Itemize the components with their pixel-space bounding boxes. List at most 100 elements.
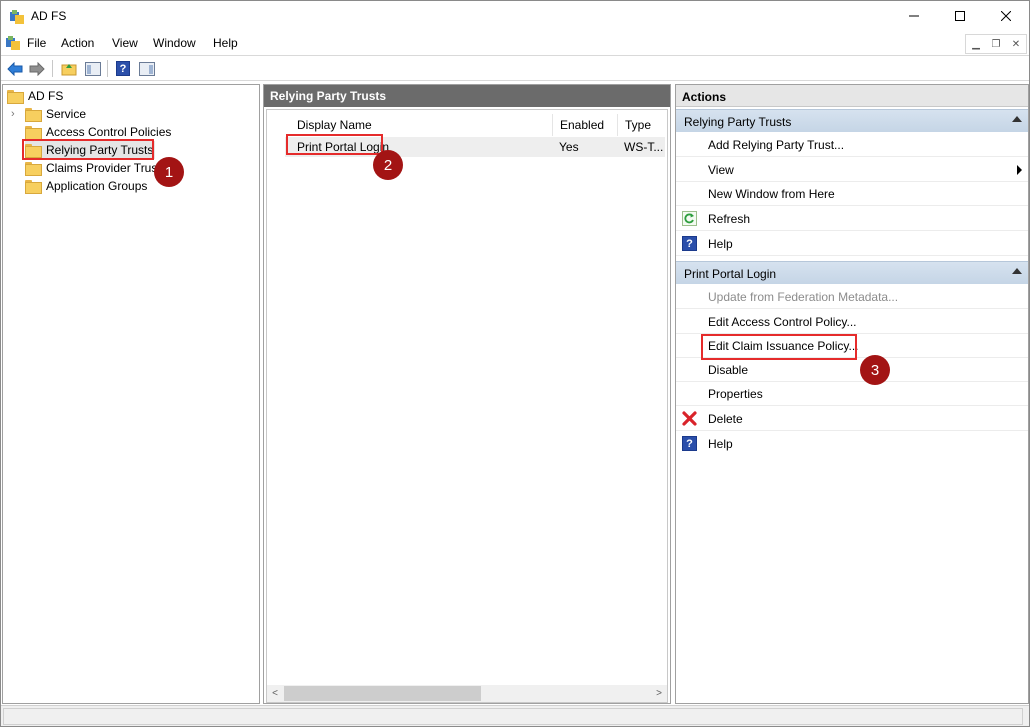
collapse-caret-icon[interactable] <box>1012 268 1022 274</box>
close-icon <box>1001 11 1011 21</box>
status-bar <box>1 705 1029 726</box>
mdi-close-icon[interactable]: ✕ <box>1006 35 1026 53</box>
action-help[interactable]: ? Help <box>676 232 1028 256</box>
action-edit-access-control-policy[interactable]: Edit Access Control Policy... <box>676 310 1028 334</box>
minimize-button[interactable] <box>891 1 937 31</box>
title-bar: AD FS <box>1 1 1029 31</box>
mdi-minimize-icon[interactable]: ▁ <box>966 35 986 53</box>
action-update-from-federation-metadata[interactable]: Update from Federation Metadata... <box>676 285 1028 309</box>
action-view[interactable]: View <box>676 158 1028 182</box>
action-delete[interactable]: Delete <box>676 407 1028 431</box>
forward-button[interactable] <box>27 59 47 78</box>
action-group-label: Print Portal Login <box>684 267 777 281</box>
column-header-enabled[interactable]: Enabled <box>554 114 618 136</box>
maximize-button[interactable] <box>937 1 983 31</box>
action-label: Update from Federation Metadata... <box>708 290 899 304</box>
tree-item-adfs-root[interactable]: AD FS <box>7 87 63 105</box>
up-folder-icon <box>61 63 77 75</box>
show-hide-console-tree-button[interactable] <box>83 59 103 78</box>
console-app-icon[interactable] <box>5 35 21 51</box>
action-new-window-from-here[interactable]: New Window from Here <box>676 182 1028 206</box>
back-button[interactable] <box>5 59 25 78</box>
step-badge-2: 2 <box>373 150 403 180</box>
help-icon: ? <box>682 436 697 451</box>
expand-chevron-icon[interactable]: › <box>11 108 19 120</box>
action-label: Add Relying Party Trust... <box>708 138 845 152</box>
menu-window[interactable]: Window <box>153 36 196 50</box>
horizontal-scrollbar[interactable]: < > <box>267 685 667 702</box>
delete-icon <box>682 411 697 426</box>
minimize-icon <box>909 15 919 17</box>
tree-item-label: Service <box>46 107 87 121</box>
results-pane-header: Relying Party Trusts <box>264 85 670 107</box>
refresh-icon <box>682 211 697 226</box>
tree-item-claims-provider-trusts[interactable]: Claims Provider Trusts <box>25 159 167 177</box>
scrollbar-thumb[interactable] <box>284 686 481 701</box>
action-label: Help <box>708 437 733 451</box>
folder-icon <box>25 126 42 140</box>
help-icon: ? <box>682 236 697 251</box>
toolbar: ? <box>1 55 1029 81</box>
tree-item-application-groups[interactable]: Application Groups <box>25 177 147 195</box>
action-add-relying-party-trust[interactable]: Add Relying Party Trust... <box>676 133 1028 157</box>
tree-item-label: Access Control Policies <box>46 125 172 139</box>
forward-arrow-icon <box>29 61 45 76</box>
relying-party-list: Display Name Enabled Type Print Portal L… <box>266 109 668 703</box>
tree-item-label: Claims Provider Trusts <box>46 161 167 175</box>
scroll-left-icon[interactable]: < <box>267 686 283 701</box>
step-badge-3: 3 <box>860 355 890 385</box>
actions-pane-title: Actions <box>676 85 1028 107</box>
action-label: Disable <box>708 363 749 377</box>
folder-icon <box>7 90 24 104</box>
menu-help[interactable]: Help <box>213 36 238 50</box>
adfs-window: AD FS File Action View Window Help ▁ ❐ ✕ <box>0 0 1030 727</box>
action-label: View <box>708 163 734 177</box>
menu-view[interactable]: View <box>112 36 138 50</box>
action-disable[interactable]: Disable <box>676 358 1028 382</box>
actions-pane: Actions Relying Party Trusts Add Relying… <box>675 84 1029 704</box>
maximize-icon <box>955 11 965 21</box>
results-pane: Relying Party Trusts Display Name Enable… <box>263 84 671 704</box>
action-group-relying-party-trusts[interactable]: Relying Party Trusts <box>676 109 1028 132</box>
action-properties[interactable]: Properties <box>676 382 1028 406</box>
window-title: AD FS <box>31 9 67 23</box>
scroll-right-icon[interactable]: > <box>651 686 667 701</box>
toolbar-help-button[interactable]: ? <box>113 59 133 78</box>
show-hide-console-tree-icon <box>85 61 101 76</box>
collapse-caret-icon[interactable] <box>1012 116 1022 122</box>
console-tree: AD FS › Service Access Control Policies … <box>2 84 260 704</box>
action-label: Refresh <box>708 212 751 226</box>
action-label: Help <box>708 237 733 251</box>
folder-icon <box>25 108 42 122</box>
tree-item-label: AD FS <box>28 89 64 103</box>
menu-action[interactable]: Action <box>61 36 94 50</box>
action-refresh[interactable]: Refresh <box>676 207 1028 231</box>
action-group-label: Relying Party Trusts <box>684 115 792 129</box>
highlight-box-print-portal-login <box>286 134 383 155</box>
column-header-type[interactable]: Type <box>619 114 667 136</box>
tree-item-service[interactable]: › Service <box>11 105 86 123</box>
highlight-box-edit-claim-issuance-policy <box>701 334 857 360</box>
menu-file[interactable]: File <box>27 36 46 50</box>
show-hide-action-pane-button[interactable] <box>137 59 157 78</box>
action-label: New Window from Here <box>708 187 835 201</box>
cell-enabled: Yes <box>559 140 579 154</box>
cell-type: WS-T... <box>624 140 664 154</box>
action-group-print-portal-login[interactable]: Print Portal Login <box>676 261 1028 284</box>
folder-icon <box>25 162 42 176</box>
step-badge-1: 1 <box>154 157 184 187</box>
back-arrow-icon <box>7 61 23 76</box>
adfs-app-icon <box>10 10 24 24</box>
status-segment <box>3 708 1023 725</box>
mdi-restore-icon[interactable]: ❐ <box>986 35 1006 53</box>
action-label: Properties <box>708 387 763 401</box>
column-header-display-name[interactable]: Display Name <box>291 114 553 136</box>
submenu-arrow-icon <box>1017 165 1022 175</box>
close-button[interactable] <box>983 1 1029 31</box>
help-icon: ? <box>116 61 130 76</box>
show-hide-action-pane-icon <box>139 61 155 76</box>
action-label: Edit Access Control Policy... <box>708 315 857 329</box>
up-level-button[interactable] <box>59 59 79 78</box>
action-help[interactable]: ? Help <box>676 432 1028 456</box>
mdi-controls: ▁ ❐ ✕ <box>965 34 1027 54</box>
